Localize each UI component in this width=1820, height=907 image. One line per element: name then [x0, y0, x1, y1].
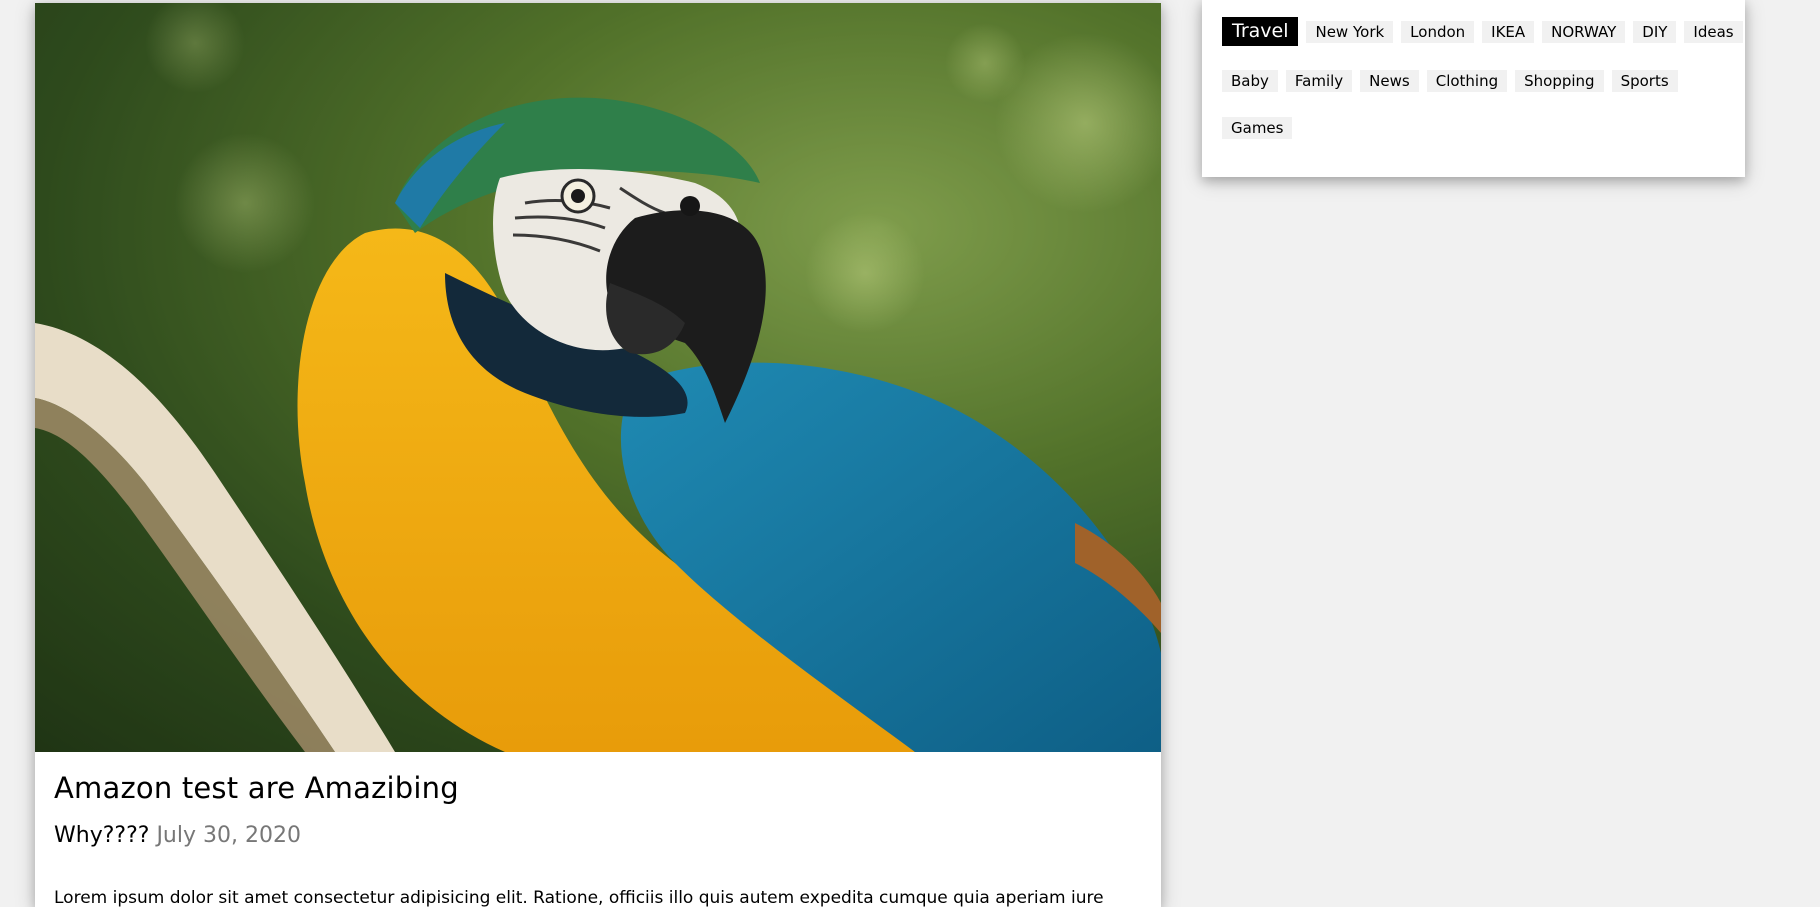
post-subtitle-line: Why???? July 30, 2020: [54, 823, 1142, 849]
tag-ikea[interactable]: IKEA: [1482, 20, 1535, 43]
post-excerpt: Lorem ipsum dolor sit amet consectetur a…: [54, 888, 1104, 907]
tag-news[interactable]: News: [1360, 70, 1419, 92]
tag-diy[interactable]: DIY: [1633, 20, 1677, 43]
tag-row-1: Travel New York London IKEA NORWAY DIY I…: [1222, 17, 1751, 46]
tag-games[interactable]: Games: [1222, 117, 1293, 139]
tag-row-3: Games: [1222, 117, 1300, 139]
post-title: Amazon test are Amazibing: [54, 771, 459, 805]
tag-row-2: Baby Family News Clothing Shopping Sport…: [1222, 70, 1686, 92]
tag-new-york[interactable]: New York: [1306, 20, 1394, 43]
tag-baby[interactable]: Baby: [1222, 70, 1278, 92]
tag-travel[interactable]: Travel: [1222, 17, 1299, 46]
blog-post-card: Amazon test are Amazibing Why???? July 3…: [35, 3, 1161, 907]
tag-sports[interactable]: Sports: [1611, 70, 1678, 92]
post-image: [35, 3, 1161, 752]
tag-family[interactable]: Family: [1285, 70, 1353, 92]
tag-shopping[interactable]: Shopping: [1515, 70, 1604, 92]
tags-panel: Travel New York London IKEA NORWAY DIY I…: [1202, 0, 1745, 177]
post-subtitle: Why????: [54, 822, 150, 848]
tag-ideas[interactable]: Ideas: [1684, 20, 1743, 43]
post-date: July 30, 2020: [156, 822, 301, 848]
tag-london[interactable]: London: [1401, 20, 1475, 43]
page: Amazon test are Amazibing Why???? July 3…: [0, 0, 1820, 907]
post-body: Amazon test are Amazibing Why???? July 3…: [35, 752, 1161, 907]
tag-norway[interactable]: NORWAY: [1542, 20, 1626, 43]
tag-clothing[interactable]: Clothing: [1426, 70, 1508, 92]
